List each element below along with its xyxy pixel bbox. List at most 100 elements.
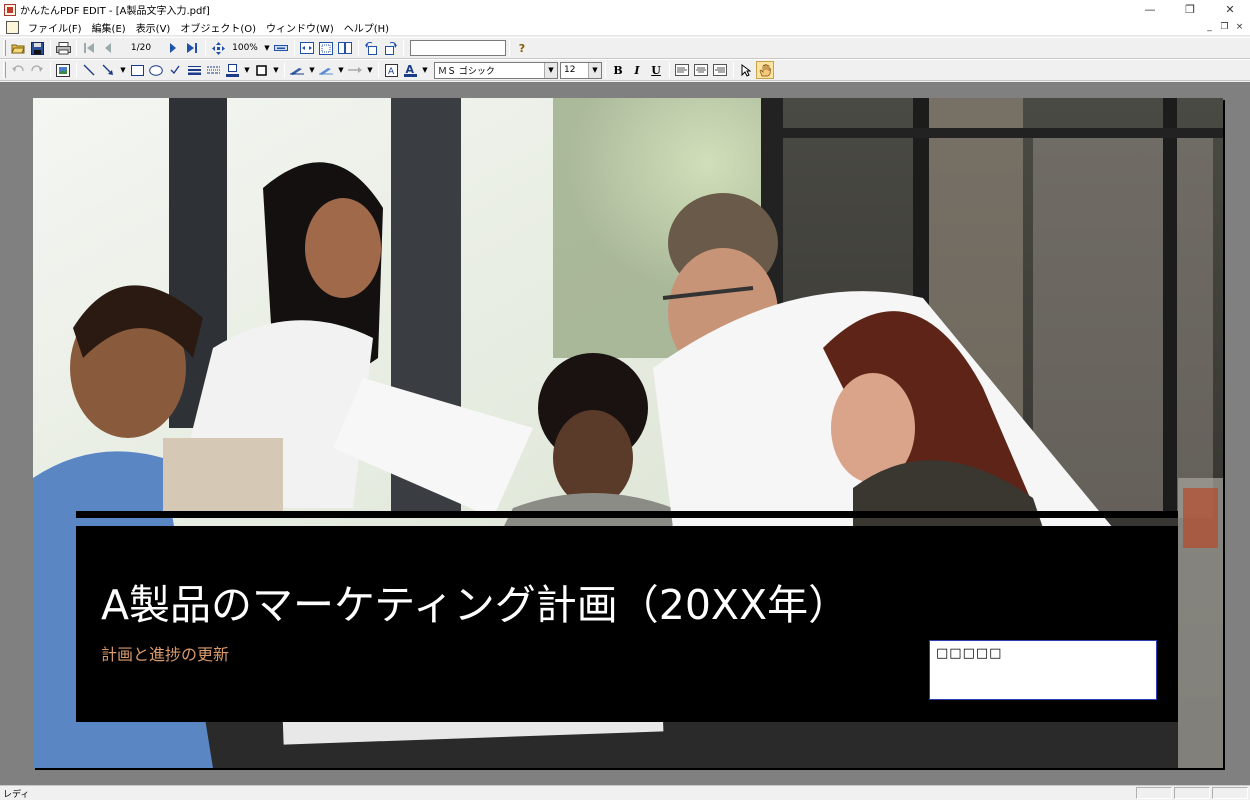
menu-view[interactable]: 表示(V)	[131, 20, 176, 35]
line-weight-icon[interactable]	[185, 61, 203, 79]
highlighter-icon[interactable]	[288, 61, 306, 79]
zoom-out-icon[interactable]	[272, 39, 290, 57]
document-subtitle[interactable]: 計画と進捗の更新	[101, 641, 229, 665]
separator	[50, 62, 51, 78]
menu-edit[interactable]: 編集(E)	[87, 20, 131, 35]
rectangle-tool-icon[interactable]	[128, 61, 146, 79]
doc-restore-button[interactable]: ❐	[1218, 21, 1231, 33]
fill-color-icon[interactable]	[223, 61, 241, 79]
window-title: かんたんPDF EDIT - [A製品文字入力.pdf]	[20, 6, 210, 17]
align-right-icon[interactable]	[711, 61, 729, 79]
menu-object[interactable]: オブジェクト(O)	[175, 20, 261, 35]
font-size-select[interactable]: 12 ▼	[560, 61, 602, 79]
fill-color-dropdown-icon[interactable]: ▼	[242, 66, 252, 74]
page-indicator[interactable]: 1/20	[118, 43, 164, 53]
fit-width-icon[interactable]	[298, 39, 316, 57]
border-color-dropdown-icon[interactable]: ▼	[271, 66, 281, 74]
separator	[378, 62, 379, 78]
svg-text:A: A	[388, 67, 395, 77]
menu-bar: ファイル(F) 編集(E) 表示(V) オブジェクト(O) ウィンドウ(W) ヘ…	[0, 19, 1250, 36]
pen-dropdown-icon[interactable]: ▼	[336, 66, 346, 74]
border-color-icon[interactable]	[252, 61, 270, 79]
toolbar-grip[interactable]	[3, 40, 6, 56]
menu-help[interactable]: ヘルプ(H)	[339, 20, 394, 35]
drawing-toolbar: ▼ ▼ ▼ ▼ ▼ ▼ A A ▼ ＭＳ ゴシック ▼ 12 ▼ B I U	[0, 59, 1250, 81]
text-color-icon[interactable]: A	[401, 61, 419, 79]
font-size-value: 12	[564, 65, 576, 75]
text-input-box[interactable]: □□□□□	[929, 640, 1157, 700]
doc-close-button[interactable]: ×	[1233, 21, 1246, 33]
text-color-dropdown-icon[interactable]: ▼	[420, 66, 430, 74]
document-window-controls: _ ❐ ×	[1203, 21, 1246, 33]
two-page-icon[interactable]	[336, 39, 354, 57]
chevron-down-icon[interactable]: ▼	[588, 62, 601, 78]
ellipse-tool-icon[interactable]	[147, 61, 165, 79]
save-icon[interactable]	[28, 39, 46, 57]
chevron-down-icon[interactable]: ▼	[544, 62, 557, 78]
toolbar-grip[interactable]	[3, 62, 6, 78]
align-center-icon[interactable]	[692, 61, 710, 79]
zoom-dropdown-icon[interactable]: ▼	[262, 44, 272, 52]
separator	[669, 62, 670, 78]
open-icon[interactable]	[9, 39, 27, 57]
highlighter-dropdown-icon[interactable]: ▼	[307, 66, 317, 74]
arrow-line-dropdown-icon[interactable]: ▼	[365, 66, 375, 74]
separator	[294, 40, 295, 56]
line-tool-icon[interactable]	[80, 61, 98, 79]
print-icon[interactable]	[54, 39, 72, 57]
italic-button[interactable]: I	[628, 61, 646, 79]
align-left-icon[interactable]	[673, 61, 691, 79]
image-icon[interactable]	[54, 61, 72, 79]
last-page-icon[interactable]	[183, 39, 201, 57]
rotate-right-icon[interactable]	[381, 39, 399, 57]
arrow-dropdown-icon[interactable]: ▼	[118, 66, 128, 74]
separator	[284, 62, 285, 78]
title-block[interactable]: A製品のマーケティング計画（20XX年） 計画と進捗の更新 □□□□□	[76, 526, 1178, 722]
separator	[205, 40, 206, 56]
app-icon	[4, 3, 16, 16]
line-style-icon[interactable]	[204, 61, 222, 79]
undo-icon[interactable]	[9, 61, 27, 79]
window-controls: — ❐ ✕	[1130, 0, 1250, 19]
document-area[interactable]: A製品のマーケティング計画（20XX年） 計画と進捗の更新 □□□□□	[0, 82, 1250, 785]
redo-icon[interactable]	[28, 61, 46, 79]
font-name-select[interactable]: ＭＳ ゴシック ▼	[434, 61, 558, 79]
status-bar: レディ	[0, 785, 1250, 800]
prev-page-icon[interactable]	[99, 39, 117, 57]
help-icon[interactable]: ?	[513, 39, 531, 57]
text-box-tool-icon[interactable]: A	[382, 61, 400, 79]
hand-tool-icon[interactable]	[756, 61, 774, 79]
first-page-icon[interactable]	[80, 39, 98, 57]
menu-window[interactable]: ウィンドウ(W)	[261, 20, 339, 35]
fit-page-icon[interactable]	[317, 39, 335, 57]
document-icon[interactable]	[6, 20, 19, 34]
pdf-page[interactable]: A製品のマーケティング計画（20XX年） 計画と進捗の更新 □□□□□	[33, 98, 1223, 768]
underline-button[interactable]: U	[647, 61, 665, 79]
document-title[interactable]: A製品のマーケティング計画（20XX年）	[101, 571, 849, 631]
zoom-level[interactable]: 100%	[228, 43, 262, 53]
arrow-tool-icon[interactable]	[99, 61, 117, 79]
doc-minimize-button[interactable]: _	[1203, 21, 1216, 33]
close-button[interactable]: ✕	[1210, 0, 1250, 19]
separator	[358, 40, 359, 56]
separator	[403, 40, 404, 56]
arrow-line-icon[interactable]	[346, 61, 364, 79]
rotate-left-icon[interactable]	[362, 39, 380, 57]
title-bar: かんたんPDF EDIT - [A製品文字入力.pdf] — ❐ ✕	[0, 0, 1250, 19]
text-box-value[interactable]: □□□□□	[936, 646, 1002, 661]
title-rule	[76, 511, 1178, 518]
bold-button[interactable]: B	[609, 61, 627, 79]
pen-icon[interactable]	[317, 61, 335, 79]
status-pane	[1212, 787, 1248, 799]
select-pointer-icon[interactable]	[737, 61, 755, 79]
move-icon[interactable]	[209, 39, 227, 57]
search-input[interactable]	[410, 40, 506, 56]
status-panes	[1136, 787, 1248, 799]
check-tool-icon[interactable]	[166, 61, 184, 79]
maximize-button[interactable]: ❐	[1170, 0, 1210, 19]
next-page-icon[interactable]	[164, 39, 182, 57]
separator	[50, 40, 51, 56]
minimize-button[interactable]: —	[1130, 0, 1170, 19]
menu-file[interactable]: ファイル(F)	[23, 20, 87, 35]
separator	[76, 62, 77, 78]
